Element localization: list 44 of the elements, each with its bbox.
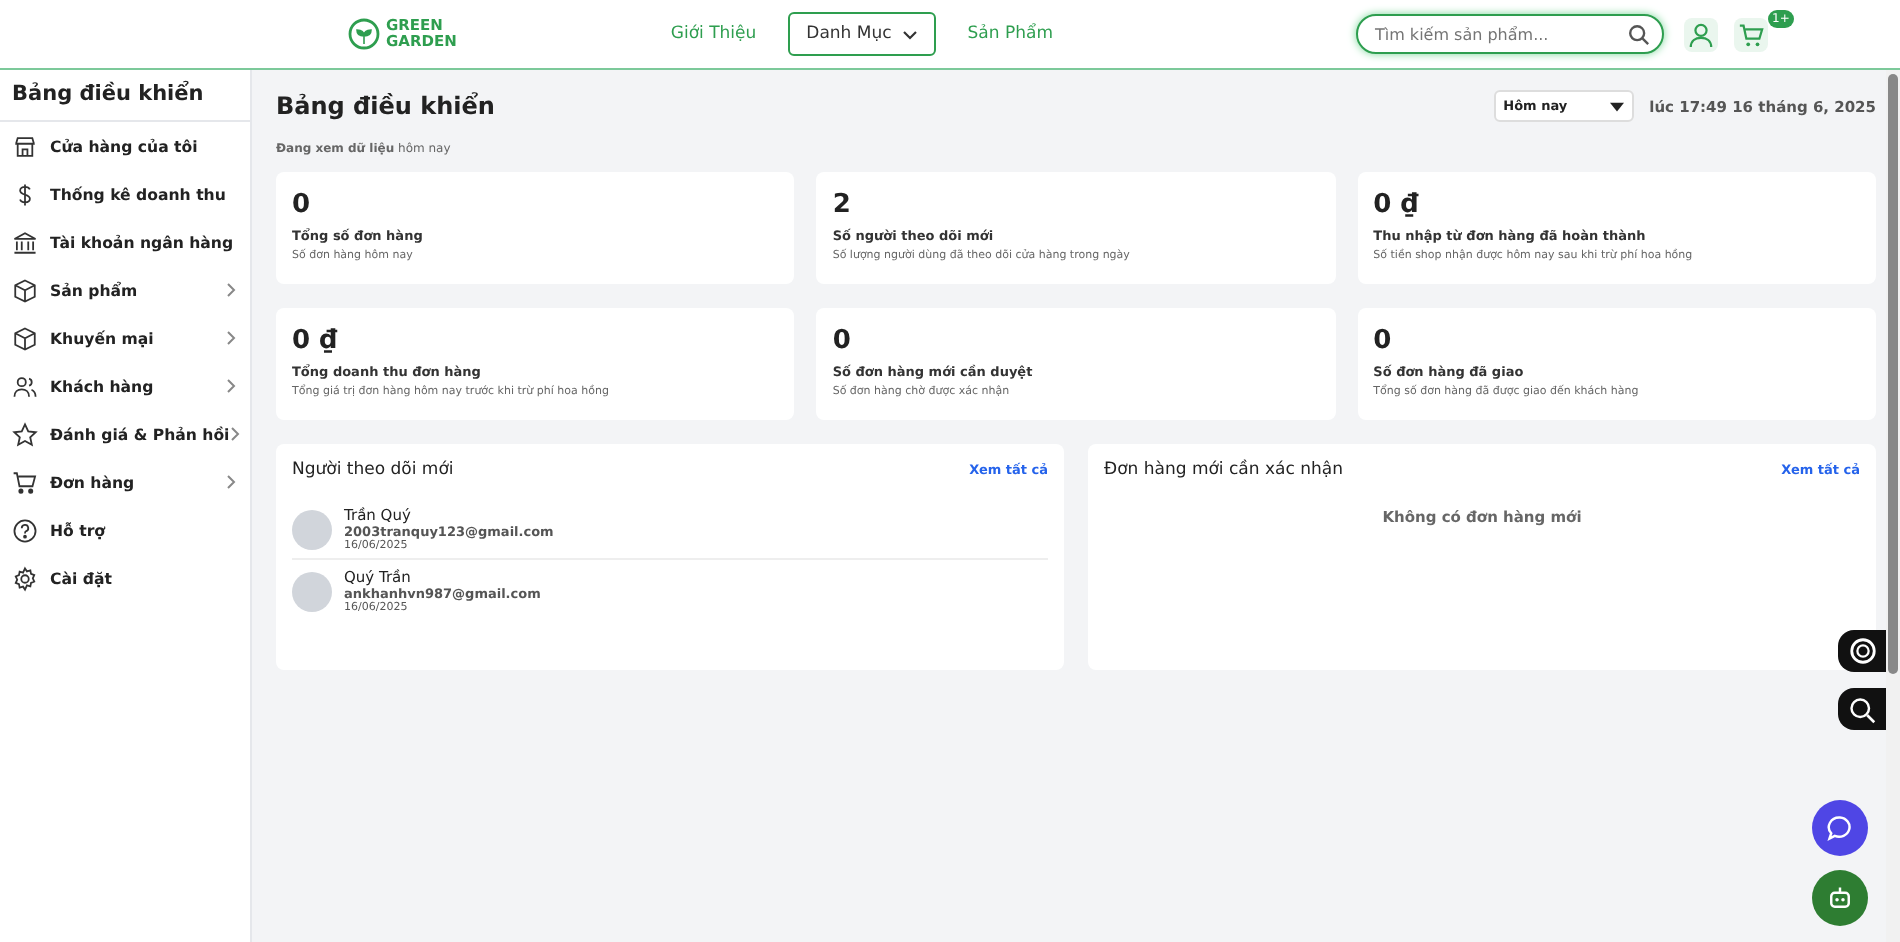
leaf-logo-icon[interactable] — [348, 18, 380, 50]
panel-title: Đơn hàng mới cần xác nhận — [1104, 460, 1343, 480]
stat-value: 0 — [292, 190, 313, 220]
help-icon — [12, 517, 38, 543]
store-icon — [12, 133, 38, 159]
stat-value: 0 — [832, 326, 853, 356]
nav-link[interactable]: Sản Phẩm — [963, 14, 1057, 54]
chevron-right-icon — [226, 378, 236, 394]
cart-icon — [12, 469, 38, 495]
user-button[interactable] — [1684, 17, 1719, 51]
search-icon — [1848, 695, 1876, 723]
stat-value: 0 ₫ — [292, 326, 340, 356]
scrollbar[interactable] — [1886, 70, 1900, 942]
bank-icon — [12, 229, 38, 255]
chevron-down-icon — [901, 29, 918, 39]
caret-icon — [1609, 101, 1624, 111]
ring-icon — [1847, 636, 1877, 666]
chevron-right-icon — [229, 426, 240, 442]
star-icon — [12, 421, 38, 447]
inspect-tab[interactable] — [1838, 688, 1886, 730]
cart-button[interactable] — [1734, 17, 1769, 51]
settings-icon — [12, 565, 38, 591]
extension-tab[interactable] — [1838, 630, 1886, 672]
nav-link[interactable]: Danh Mục — [788, 12, 936, 56]
chatbot-button[interactable] — [1812, 870, 1868, 926]
users-icon — [12, 373, 38, 399]
chevron-right-icon — [226, 330, 236, 346]
chevron-right-icon — [226, 282, 236, 298]
chevron-right-icon — [226, 474, 236, 490]
chat-button[interactable] — [1812, 800, 1868, 856]
search-icon[interactable] — [1628, 24, 1651, 46]
chat-bubble-icon — [1826, 814, 1854, 842]
avatar — [292, 509, 332, 549]
sidebar-title: Bảng điều khiển — [0, 70, 250, 122]
avatar — [292, 571, 332, 611]
stat-value: 0 — [1373, 326, 1394, 356]
box-icon — [12, 325, 38, 351]
robot-icon — [1826, 884, 1854, 912]
page-title: Bảng điều khiển — [276, 92, 495, 120]
stat-value: 2 — [832, 190, 853, 220]
stat-value: 0 ₫ — [1373, 190, 1421, 220]
search-field[interactable]: Tìm kiếm sản phẩm... — [1356, 14, 1665, 54]
panel-title: Người theo dõi mới — [292, 460, 454, 480]
box-icon — [12, 277, 38, 303]
